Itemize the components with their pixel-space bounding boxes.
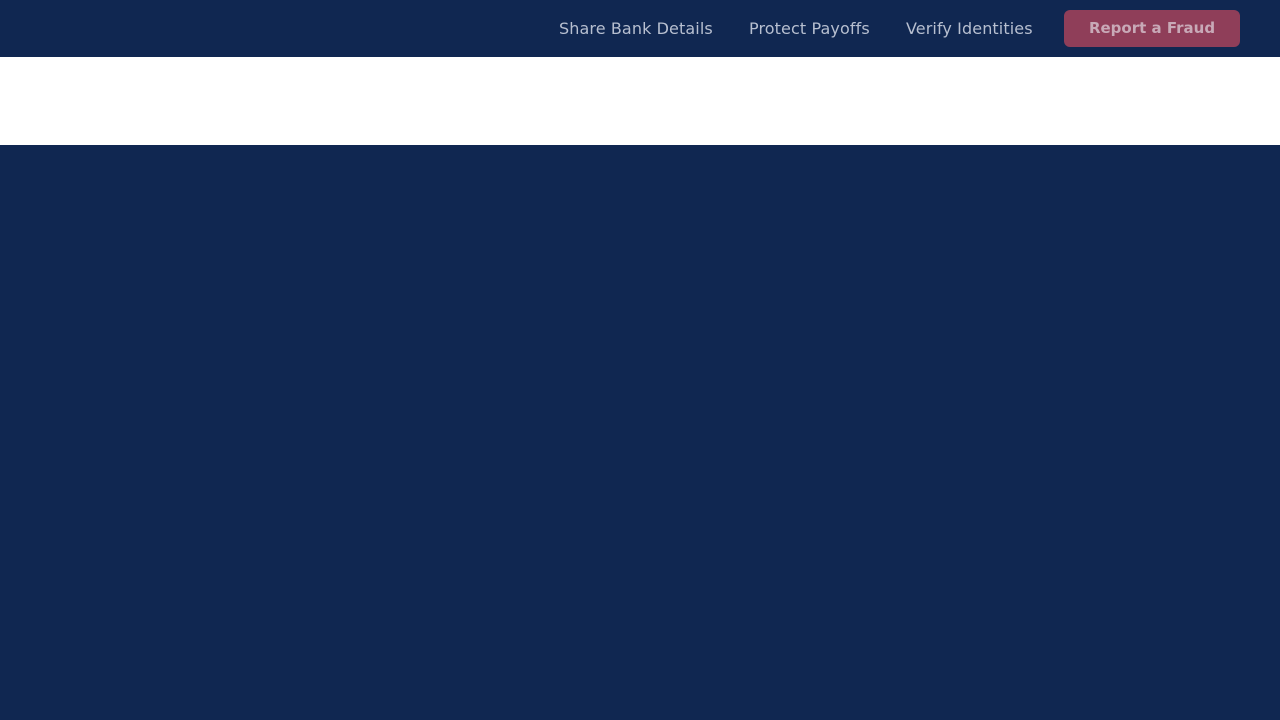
nav-link-protect-payoffs[interactable]: Protect Payoffs <box>749 17 870 41</box>
nav-link-verify-identities[interactable]: Verify Identities <box>906 17 1033 41</box>
main-content-area <box>0 145 1280 720</box>
report-fraud-button[interactable]: Report a Fraud <box>1064 10 1240 47</box>
top-navigation-bar: Share Bank Details Protect Payoffs Verif… <box>0 0 1280 57</box>
header-band <box>0 57 1280 145</box>
nav-link-share-bank-details[interactable]: Share Bank Details <box>559 17 713 41</box>
